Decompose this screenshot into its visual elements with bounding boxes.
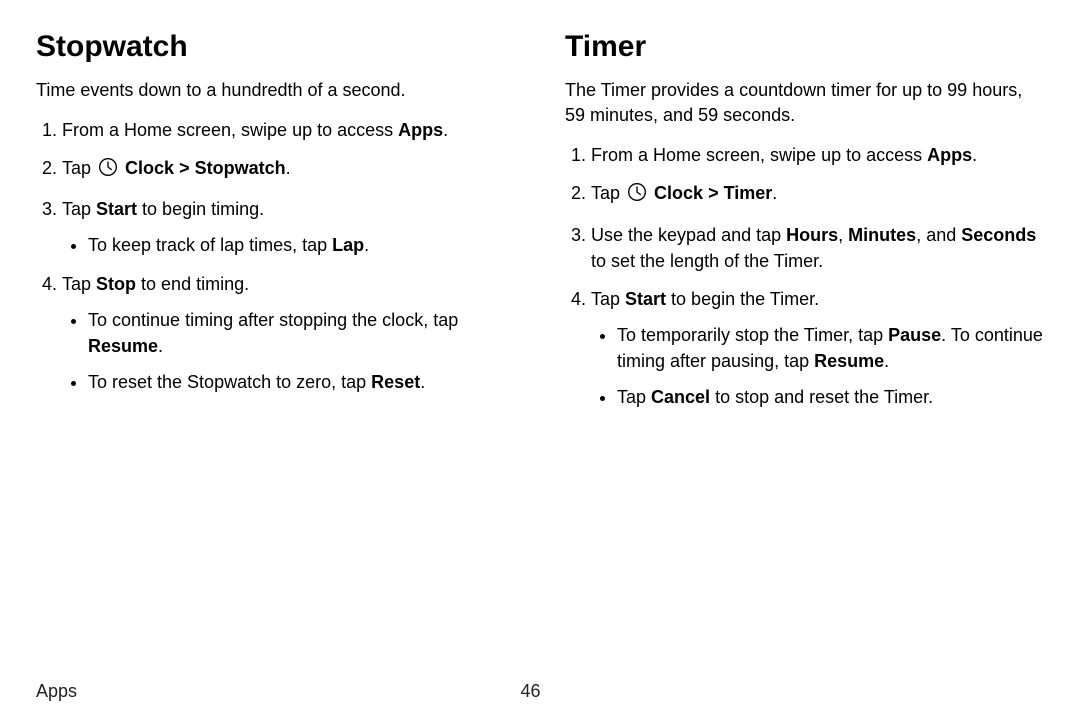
footer-page-number: 46: [521, 681, 541, 702]
timer-step-4-sub: To temporarily stop the Timer, tap Pause…: [591, 322, 1044, 410]
text: To continue timing after stopping the cl…: [88, 310, 458, 330]
clock-icon: [98, 157, 118, 184]
bold-stopwatch: Stopwatch: [195, 158, 286, 178]
text: .: [364, 235, 369, 255]
stopwatch-step-3: Tap Start to begin timing. To keep track…: [62, 196, 515, 258]
bold-clock: Clock: [125, 158, 174, 178]
text: .: [286, 158, 291, 178]
bold-start: Start: [625, 289, 666, 309]
text: to end timing.: [136, 274, 249, 294]
bold-reset: Reset: [371, 372, 420, 392]
list-item: To reset the Stopwatch to zero, tap Rese…: [88, 369, 515, 395]
bold-apps: Apps: [927, 145, 972, 165]
timer-step-4: Tap Start to begin the Timer. To tempora…: [591, 286, 1044, 410]
bold-clock: Clock: [654, 183, 703, 203]
text: .: [443, 120, 448, 140]
stopwatch-step-1: From a Home screen, swipe up to access A…: [62, 117, 515, 143]
list-item: To keep track of lap times, tap Lap.: [88, 232, 515, 258]
timer-step-1: From a Home screen, swipe up to access A…: [591, 142, 1044, 168]
clock-icon: [627, 182, 647, 209]
text: To keep track of lap times, tap: [88, 235, 332, 255]
text: , and: [916, 225, 961, 245]
text: Tap: [591, 289, 625, 309]
text: to set the length of the Timer.: [591, 251, 823, 271]
text: To temporarily stop the Timer, tap: [617, 325, 888, 345]
text: to stop and reset the Timer.: [710, 387, 933, 407]
timer-step-2: Tap Clock > Timer.: [591, 180, 1044, 209]
stopwatch-step-3-sub: To keep track of lap times, tap Lap.: [62, 232, 515, 258]
bold-timer: Timer: [724, 183, 773, 203]
breadcrumb-chevron: >: [703, 183, 724, 203]
bold-stop: Stop: [96, 274, 136, 294]
bold-resume: Resume: [88, 336, 158, 356]
text: .: [420, 372, 425, 392]
bold-hours: Hours: [786, 225, 838, 245]
list-item: Tap Cancel to stop and reset the Timer.: [617, 384, 1044, 410]
page-footer: Apps 46: [36, 681, 1044, 702]
bold-start: Start: [96, 199, 137, 219]
columns: Stopwatch Time events down to a hundredt…: [36, 30, 1044, 677]
timer-intro: The Timer provides a countdown timer for…: [565, 78, 1044, 128]
text: to begin the Timer.: [666, 289, 819, 309]
text: .: [972, 145, 977, 165]
stopwatch-step-4-sub: To continue timing after stopping the cl…: [62, 307, 515, 395]
stopwatch-steps: From a Home screen, swipe up to access A…: [36, 117, 515, 395]
footer-section-label: Apps: [36, 681, 77, 702]
text: From a Home screen, swipe up to access: [62, 120, 398, 140]
text: Tap: [62, 199, 96, 219]
bold-pause: Pause: [888, 325, 941, 345]
bold-apps: Apps: [398, 120, 443, 140]
bold-minutes: Minutes: [848, 225, 916, 245]
text: .: [158, 336, 163, 356]
text: Tap: [62, 274, 96, 294]
timer-steps: From a Home screen, swipe up to access A…: [565, 142, 1044, 410]
stopwatch-column: Stopwatch Time events down to a hundredt…: [36, 30, 515, 677]
text: Use the keypad and tap: [591, 225, 786, 245]
text: .: [772, 183, 777, 203]
text: Tap: [62, 158, 96, 178]
breadcrumb-chevron: >: [174, 158, 195, 178]
text: ,: [838, 225, 848, 245]
bold-lap: Lap: [332, 235, 364, 255]
stopwatch-intro: Time events down to a hundredth of a sec…: [36, 78, 515, 103]
timer-column: Timer The Timer provides a countdown tim…: [565, 30, 1044, 677]
bold-resume: Resume: [814, 351, 884, 371]
stopwatch-heading: Stopwatch: [36, 30, 515, 64]
text: Tap: [591, 183, 625, 203]
timer-step-3: Use the keypad and tap Hours, Minutes, a…: [591, 222, 1044, 274]
list-item: To continue timing after stopping the cl…: [88, 307, 515, 359]
timer-heading: Timer: [565, 30, 1044, 64]
manual-page: Stopwatch Time events down to a hundredt…: [0, 0, 1080, 720]
text: Tap: [617, 387, 651, 407]
list-item: To temporarily stop the Timer, tap Pause…: [617, 322, 1044, 374]
bold-seconds: Seconds: [961, 225, 1036, 245]
bold-cancel: Cancel: [651, 387, 710, 407]
text: .: [884, 351, 889, 371]
text: From a Home screen, swipe up to access: [591, 145, 927, 165]
stopwatch-step-4: Tap Stop to end timing. To continue timi…: [62, 271, 515, 395]
text: to begin timing.: [137, 199, 264, 219]
stopwatch-step-2: Tap Clock > Stopwatch.: [62, 155, 515, 184]
text: To reset the Stopwatch to zero, tap: [88, 372, 371, 392]
footer-spacer: [984, 681, 1044, 702]
